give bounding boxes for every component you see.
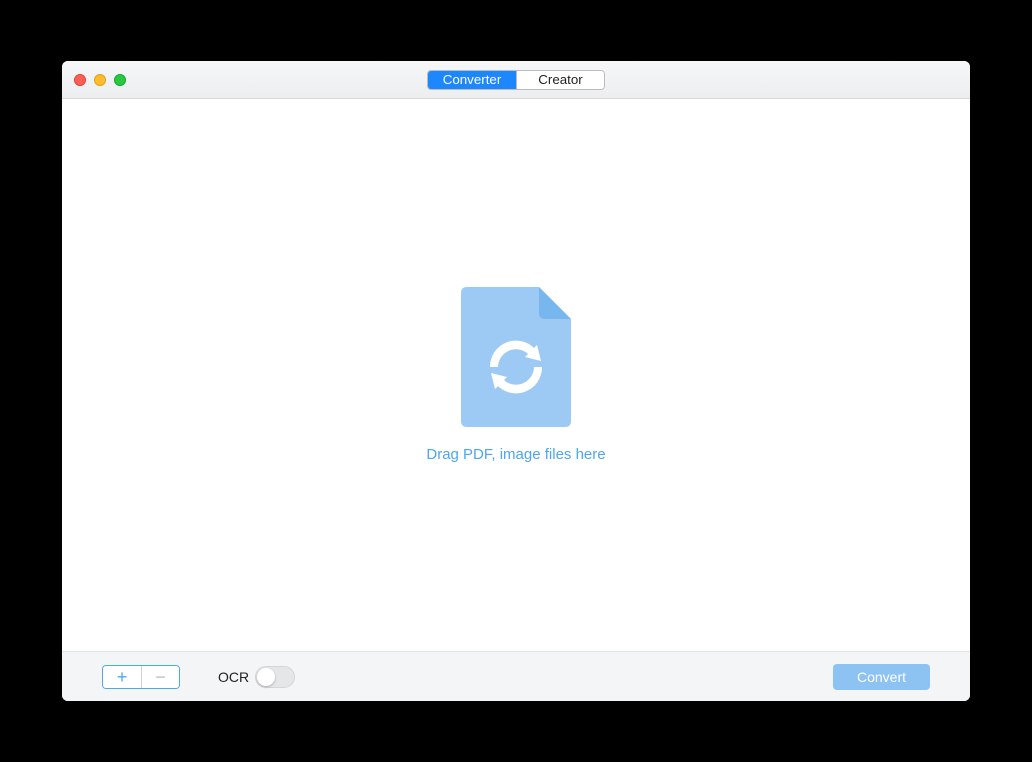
drop-hint-text: Drag PDF, image files here <box>426 446 605 463</box>
tab-creator[interactable]: Creator <box>516 71 604 89</box>
close-icon[interactable] <box>74 74 86 86</box>
minimize-icon[interactable] <box>94 74 106 86</box>
content-area: Drag PDF, image files here <box>62 99 970 651</box>
tab-converter[interactable]: Converter <box>428 71 516 89</box>
toggle-knob-icon <box>257 668 275 686</box>
footer-bar: + − OCR Convert <box>62 651 970 701</box>
remove-file-button[interactable]: − <box>141 666 179 688</box>
drop-area[interactable]: Drag PDF, image files here <box>426 287 605 463</box>
app-window: Converter Creator Drag PDF, image files … <box>62 61 970 701</box>
add-remove-group: + − <box>102 665 180 689</box>
ocr-group: OCR <box>218 666 295 688</box>
minus-icon: − <box>155 668 166 686</box>
ocr-toggle[interactable] <box>255 666 295 688</box>
titlebar: Converter Creator <box>62 61 970 99</box>
ocr-label: OCR <box>218 669 249 685</box>
plus-icon: + <box>117 668 128 686</box>
maximize-icon[interactable] <box>114 74 126 86</box>
convert-button[interactable]: Convert <box>833 664 930 690</box>
file-convert-icon <box>461 287 571 432</box>
window-controls <box>74 74 126 86</box>
add-file-button[interactable]: + <box>103 666 141 688</box>
mode-tabs: Converter Creator <box>427 70 605 90</box>
